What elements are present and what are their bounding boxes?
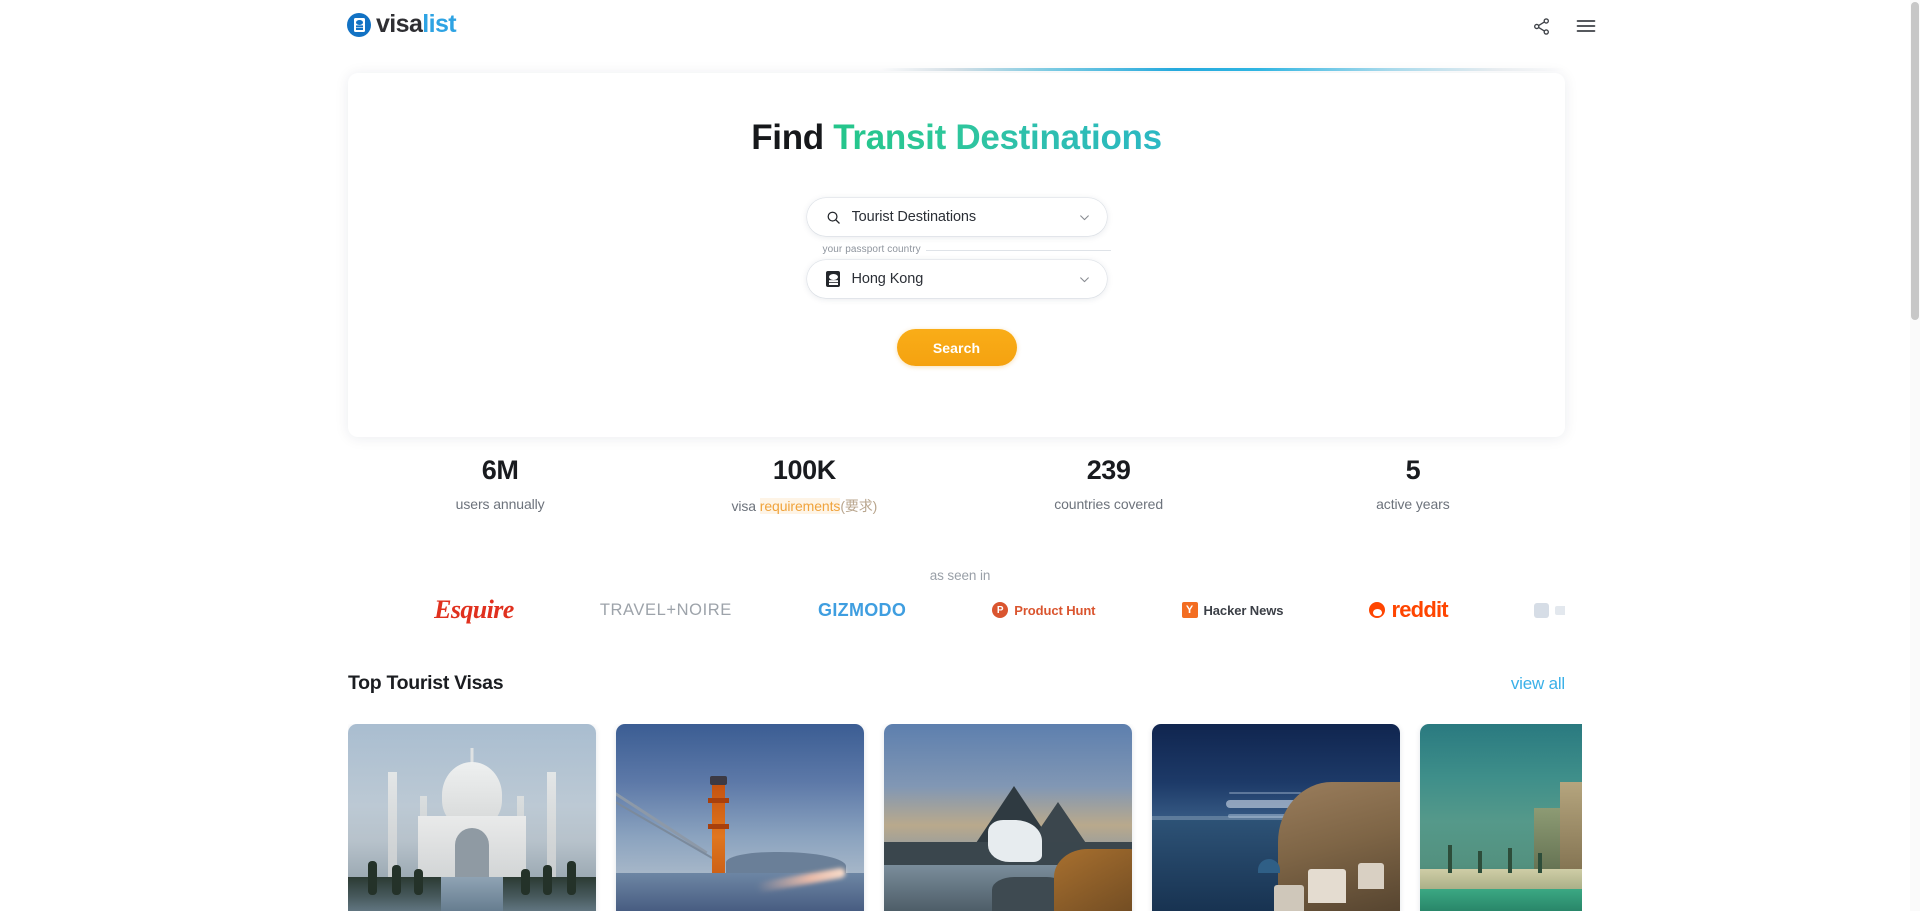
taj-mahal-image [348,724,596,911]
press-logos-strip: acker Esquire TRAVEL+NOIRE GIZMODO P Pro… [348,590,1565,630]
stat-label: users annually [455,496,545,513]
press-logo-hacker-news[interactable]: Y Hacker News [1181,602,1284,618]
passport-country-label: your passport country [823,244,1112,255]
destination-value: Tourist Destinations [851,209,977,225]
passport-country-select[interactable]: your passport country Hong Kong [806,244,1112,298]
search-icon [825,209,842,226]
logo-text-list: list [422,10,456,38]
search-button[interactable]: Search [896,329,1017,366]
logo-wordmark: visalist [376,10,457,38]
press-logo-esquire[interactable]: Esquire [434,595,514,625]
stat-value: 239 [1086,455,1131,485]
hero-accent-line [881,68,1565,71]
search-form: Tourist Destinations your passport count… [806,198,1112,366]
stat-value: 5 [1405,455,1421,485]
golden-gate-bridge-image [616,724,864,911]
destination-card-taj-mahal[interactable] [348,724,596,911]
press-logo-label: Hacker News [1203,602,1284,618]
destination-select[interactable]: Tourist Destinations [806,198,1107,236]
view-all-link[interactable]: view all [1511,674,1565,694]
stat-label-prefix: visa [731,498,760,515]
stat-users-annually: 6M users annually [348,455,652,516]
share-button[interactable] [1529,14,1553,38]
passport-country-value: Hong Kong [851,271,924,287]
press-logo-gizmodo[interactable]: GIZMODO [818,600,906,621]
hacker-news-icon: Y [1181,602,1198,618]
stat-value: 100K [772,455,836,485]
mountain-fjord-image [884,724,1132,911]
stat-visa-requirements: 100K visa requirements(要求) [652,455,956,516]
hamburger-menu-icon [1576,20,1596,32]
section-title: Top Tourist Visas [348,672,504,694]
stat-value: 6M [481,455,519,485]
stat-label: countries covered [1054,496,1164,513]
site-logo[interactable]: visalist [347,10,457,38]
press-logo-product-hunt[interactable]: P Product Hunt [992,602,1095,618]
press-logo-reddit[interactable]: reddit [1369,597,1449,623]
page-title: Find Transit Destinations [348,118,1565,158]
stats-row: 6M users annually 100K visa requirements… [348,455,1565,516]
passport-icon [825,271,842,288]
atlantis-resort-image [1420,724,1582,911]
stat-label-cjk: (要求) [840,498,878,515]
site-header: visalist [0,0,1920,52]
visalist-logo-icon [347,12,371,37]
santorini-image [1152,724,1400,911]
press-logo-travel-noire[interactable]: TRAVEL+NOIRE [600,601,732,620]
menu-button[interactable] [1574,14,1598,38]
reddit-icon [1369,602,1386,618]
press-heading: as seen in [929,568,991,583]
header-actions [1529,14,1598,38]
press-logo-partial[interactable] [1533,602,1565,618]
press-logo-label: Product Hunt [1014,602,1096,618]
page-title-accent: Transit Destinations [833,118,1162,157]
press-logo-label: TRAVEL+NOIRE [599,600,732,619]
page-scrollbar[interactable] [1910,0,1920,911]
destination-card-santorini[interactable] [1152,724,1400,911]
stat-label-highlight: requirements [759,498,841,515]
logo-text-visa: visa [376,10,423,38]
page-root: visalist Find Transit Destinations Touri… [0,0,1920,911]
destination-card-mountain-fjord[interactable] [884,724,1132,911]
stat-countries-covered: 239 countries covered [957,455,1261,516]
partial-logo-icon [1533,602,1549,618]
scrollbar-thumb[interactable] [1911,2,1919,320]
destination-card-row [348,724,1582,911]
press-logo-label: GIZMODO [818,599,907,620]
top-tourist-visas-header: Top Tourist Visas view all [348,672,1565,695]
page-title-prefix: Find [751,118,834,157]
partial-logo-label [1554,605,1565,615]
chevron-down-icon [1077,209,1093,225]
destination-card-golden-gate-bridge[interactable] [616,724,864,911]
share-icon [1533,17,1549,35]
stat-label: visa requirements(要求) [652,496,956,516]
destination-card-atlantis-resort[interactable] [1420,724,1582,911]
product-hunt-icon: P [992,602,1009,618]
stat-active-years: 5 active years [1261,455,1565,516]
stat-label: active years [1376,496,1450,513]
press-logo-label: reddit [1391,597,1448,622]
hero-card: Find Transit Destinations Tourist Destin… [348,68,1565,437]
press-logo-label: Esquire [434,595,514,624]
chevron-down-icon [1077,271,1093,287]
